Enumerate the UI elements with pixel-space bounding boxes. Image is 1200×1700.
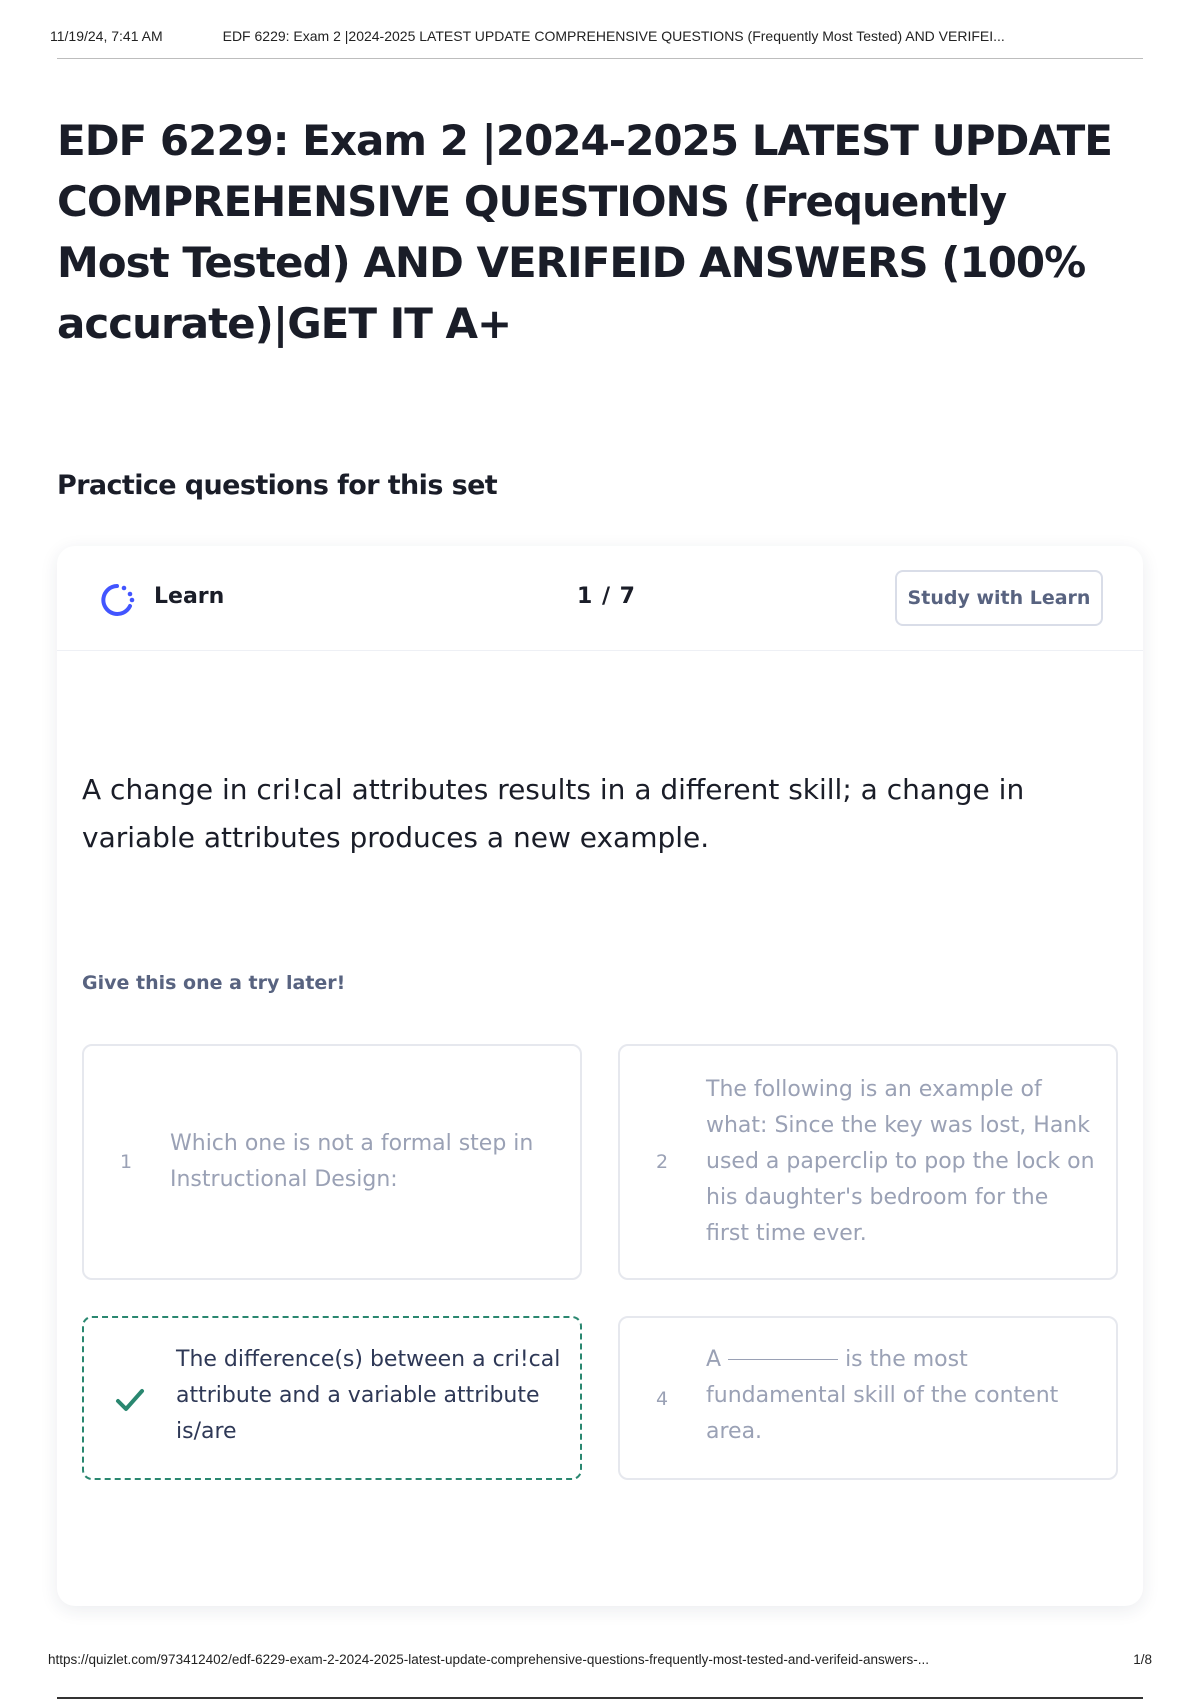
study-with-learn-button[interactable]: Study with Learn xyxy=(895,570,1103,626)
option-text: A is the most fundamental skill of the c… xyxy=(706,1342,1096,1450)
header-divider xyxy=(57,58,1143,59)
footer-divider xyxy=(57,1697,1143,1699)
learn-mode-label: Learn xyxy=(154,584,225,609)
option-number: 4 xyxy=(656,1388,669,1410)
option-text-before: A xyxy=(706,1347,722,1372)
section-heading: Practice questions for this set xyxy=(57,470,498,501)
option-number: 1 xyxy=(120,1151,133,1173)
print-header: 11/19/24, 7:41 AM EDF 6229: Exam 2 |2024… xyxy=(50,28,1148,44)
print-datetime: 11/19/24, 7:41 AM xyxy=(50,28,163,44)
print-doc-title: EDF 6229: Exam 2 |2024-2025 LATEST UPDAT… xyxy=(222,28,1005,44)
option-text-after: is the most fundamental skill of the con… xyxy=(706,1347,1059,1444)
option-text: The following is an example of what: Sin… xyxy=(706,1077,1095,1246)
answer-option-2[interactable]: 2 The following is an example of what: S… xyxy=(618,1044,1118,1280)
learn-progress-icon xyxy=(101,584,135,616)
print-footer: https://quizlet.com/973412402/edf-6229-e… xyxy=(48,1652,1152,1667)
option-text: The difference(s) between a cri!cal attr… xyxy=(176,1347,561,1444)
answer-option-3[interactable]: The difference(s) between a cri!cal attr… xyxy=(82,1316,582,1480)
page-title: EDF 6229: Exam 2 |2024-2025 LATEST UPDAT… xyxy=(57,116,1113,348)
question-term: A change in cri!cal attributes results i… xyxy=(82,773,1025,854)
checkmark-icon xyxy=(116,1389,144,1411)
learn-card-header: Learn 1 / 7 Study with Learn xyxy=(57,546,1143,651)
option-number: 2 xyxy=(656,1151,669,1173)
option-text: Which one is not a formal step in Instru… xyxy=(170,1131,534,1192)
answer-option-4[interactable]: 4 A is the most fundamental skill of the… xyxy=(618,1316,1118,1480)
fill-in-blank xyxy=(728,1359,839,1360)
page-number: 1/8 xyxy=(1133,1652,1152,1667)
answer-option-1[interactable]: 1 Which one is not a formal step in Inst… xyxy=(82,1044,582,1280)
print-url: https://quizlet.com/973412402/edf-6229-e… xyxy=(48,1652,929,1667)
try-later-hint: Give this one a try later! xyxy=(82,972,346,994)
question-progress: 1 / 7 xyxy=(577,584,636,609)
learn-card: Learn 1 / 7 Study with Learn A change in… xyxy=(57,546,1143,1606)
